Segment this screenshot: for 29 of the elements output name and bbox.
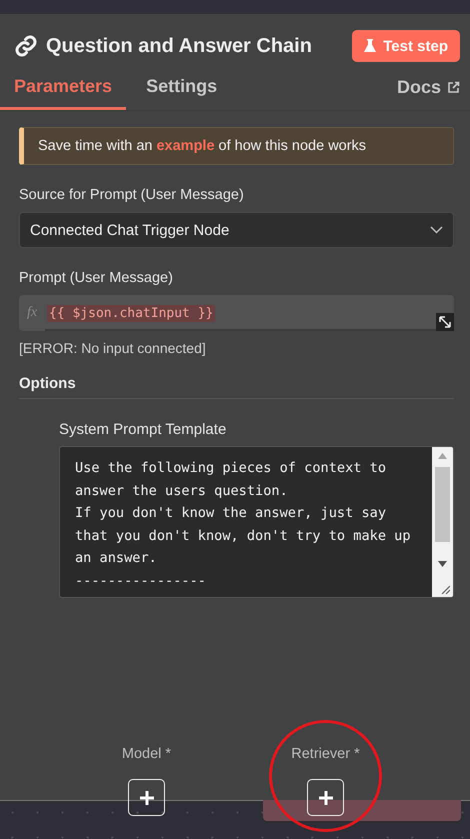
docs-link[interactable]: Docs [396,77,460,110]
field-label: Prompt (User Message) [19,270,173,286]
scrollbar[interactable] [432,447,453,597]
external-link-icon [447,81,460,94]
tab[interactable]: Parameters [0,76,126,110]
plus-icon [318,790,334,806]
prompt-textarea[interactable]: Use the following pieces of context to answer the users question. If you don't know the answer, just say that you don't know, don't try to make up an answer. ---------------- [59,446,454,598]
node-title: Question and Answer Chain [46,34,313,58]
connector-label: Model * [122,746,172,762]
chevron-down-icon [430,226,443,234]
fx-label: fx [26,305,38,321]
field-label: System Prompt Template [59,421,226,438]
error-message: [ERROR: No input connected] [19,340,206,356]
add-connection-button[interactable] [307,779,344,816]
expression-field[interactable]: fx {{ $json.chatInput }} [19,295,454,331]
source-dropdown[interactable]: Connected Chat Trigger Node [19,212,454,248]
field-label: Source for Prompt (User Message) [19,187,244,203]
tip-text: Save time with an example of how this node works [38,138,368,154]
link-icon [16,36,36,56]
plus-icon [138,790,154,806]
connector-label: Retriever * [291,746,360,762]
flask-icon [364,39,376,53]
add-connection-button[interactable] [128,779,165,816]
scroll-down-icon[interactable] [438,561,447,567]
prompt-text: Use the following pieces of context to answer the users question. If you don't know the answer, just say that you don't know, don't try to make up an answer. ---------------- [74,459,412,590]
example-link[interactable]: example [156,138,215,154]
tab[interactable]: Settings [126,76,232,110]
section-title: Options [19,375,76,394]
resize-handle-icon[interactable] [440,584,450,594]
